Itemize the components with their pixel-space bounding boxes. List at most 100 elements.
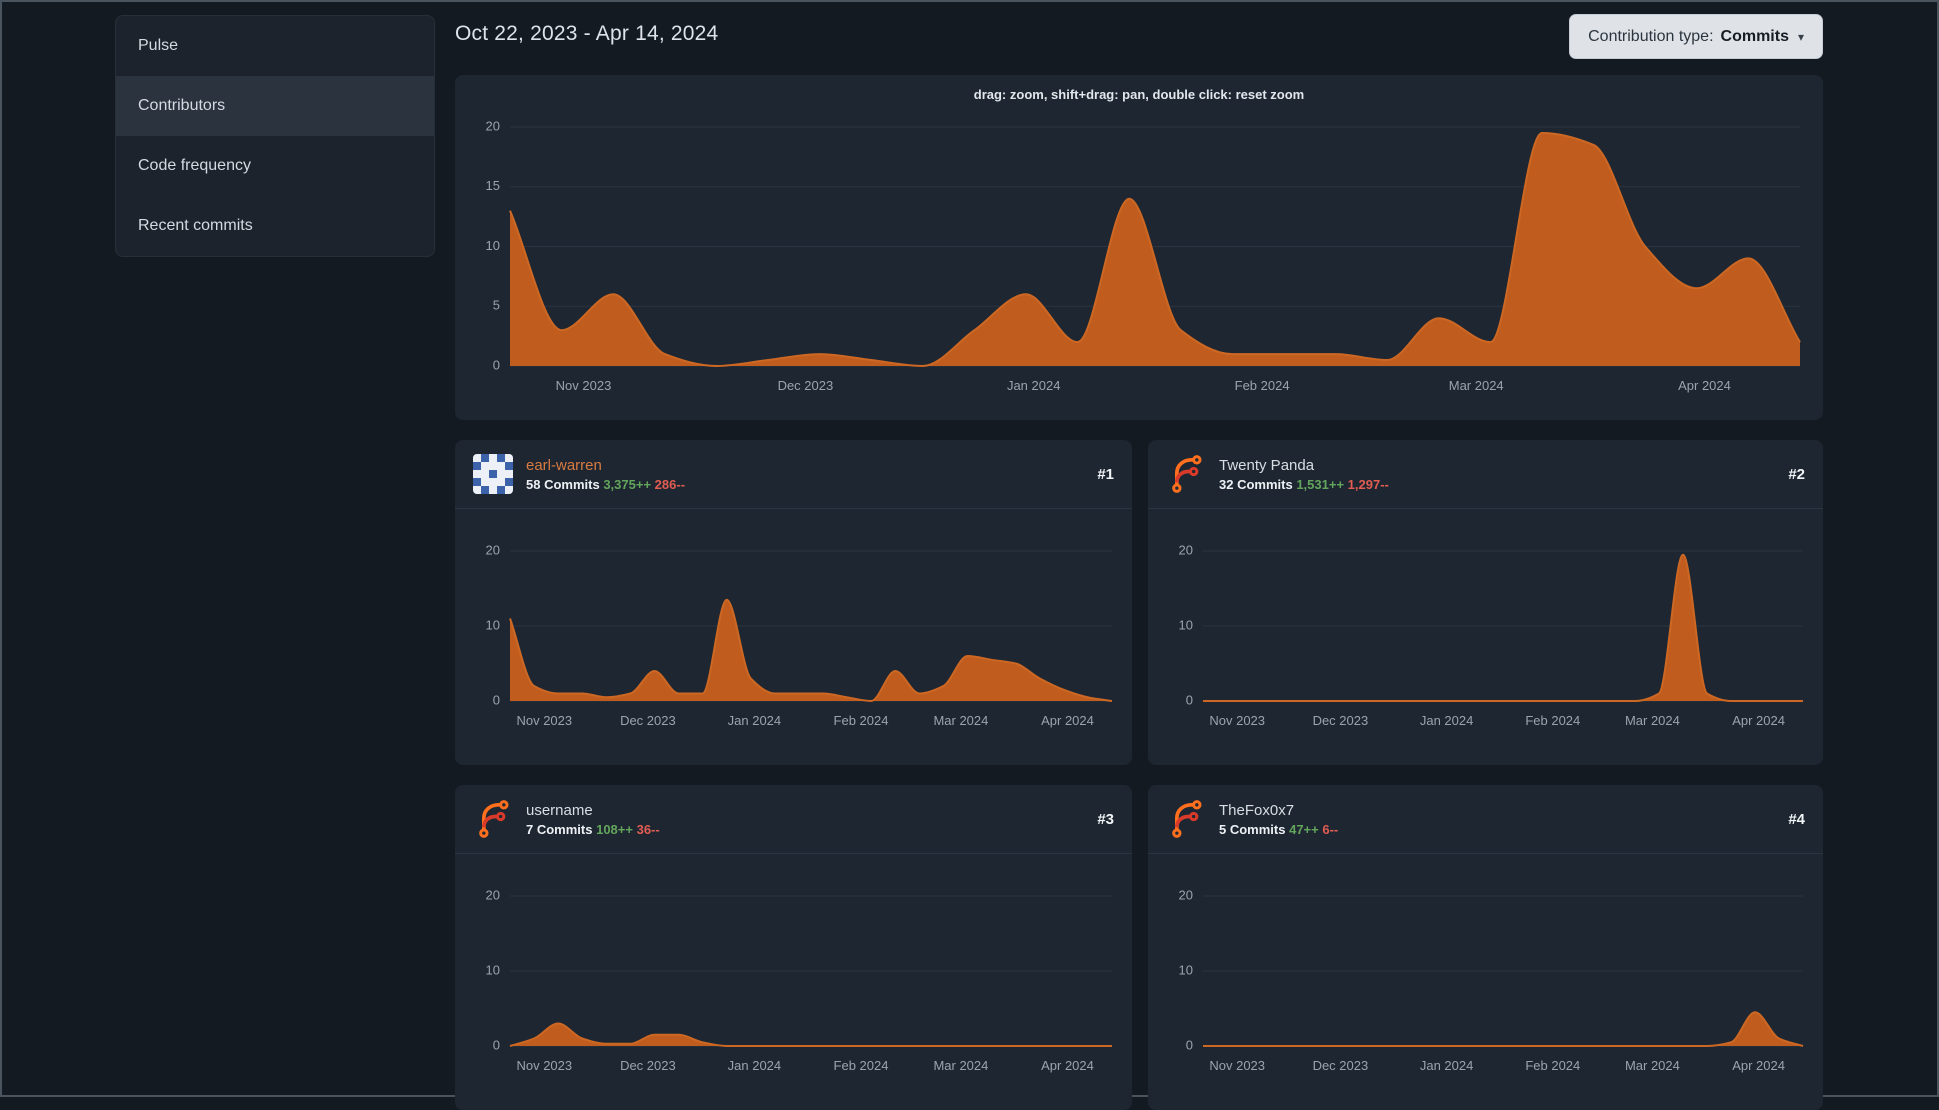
contributor-card-header: username 7 Commits 108++ 36-- #3 bbox=[455, 785, 1132, 854]
svg-text:0: 0 bbox=[493, 357, 500, 372]
contributor-card-header: Twenty Panda 32 Commits 1,531++ 1,297-- … bbox=[1148, 440, 1823, 509]
contributor-name-link[interactable]: username bbox=[526, 802, 660, 819]
deletions-count: 36-- bbox=[636, 821, 660, 837]
contribution-type-label: Contribution type: bbox=[1588, 27, 1714, 45]
contributor-card: earl-warren 58 Commits 3,375++ 286-- #1 … bbox=[455, 440, 1132, 765]
svg-text:15: 15 bbox=[486, 178, 500, 193]
contributor-commits-chart[interactable]: 0 10 20 Nov 2023 Dec 2023 Jan 2024 Feb 2024 Mar… bbox=[455, 876, 1132, 1101]
svg-text:Apr 2024: Apr 2024 bbox=[1732, 713, 1785, 728]
commit-count: 5 Commits bbox=[1219, 821, 1286, 837]
contributor-identity: Twenty Panda 32 Commits 1,531++ 1,297-- bbox=[1219, 457, 1389, 492]
main-content: Oct 22, 2023 - Apr 14, 2024 Contribution… bbox=[455, 14, 1823, 1110]
svg-text:20: 20 bbox=[486, 118, 500, 133]
contributor-stats: 5 Commits 47++ 6-- bbox=[1219, 822, 1338, 837]
sidebar-item-contributors[interactable]: Contributors bbox=[116, 76, 434, 136]
svg-text:0: 0 bbox=[493, 692, 500, 707]
svg-text:Nov 2023: Nov 2023 bbox=[556, 378, 612, 393]
svg-text:Dec 2023: Dec 2023 bbox=[620, 713, 676, 728]
contributor-commits-chart[interactable]: 0 10 20 Nov 2023 Dec 2023 Jan 2024 Feb 2024 Mar… bbox=[1148, 876, 1823, 1101]
forgejo-logo-avatar[interactable] bbox=[1166, 454, 1206, 494]
forgejo-logo-avatar[interactable] bbox=[1166, 799, 1206, 839]
deletions-count: 1,297-- bbox=[1347, 476, 1389, 492]
sidebar-item-recent-commits[interactable]: Recent commits bbox=[116, 196, 434, 256]
contributor-card: Twenty Panda 32 Commits 1,531++ 1,297-- … bbox=[1148, 440, 1823, 765]
svg-text:10: 10 bbox=[486, 962, 500, 977]
contributor-identity: TheFox0x7 5 Commits 47++ 6-- bbox=[1219, 802, 1338, 837]
sidebar-item-label: Recent commits bbox=[138, 217, 253, 234]
contributor-card-header: earl-warren 58 Commits 3,375++ 286-- #1 bbox=[455, 440, 1132, 509]
contributor-rank-badge: #3 bbox=[1097, 810, 1114, 828]
contribution-type-dropdown[interactable]: Contribution type: Commits ▾ bbox=[1569, 14, 1823, 59]
svg-text:Jan 2024: Jan 2024 bbox=[1420, 1058, 1474, 1073]
overall-contributions-card: drag: zoom, shift+drag: pan, double clic… bbox=[455, 75, 1823, 420]
svg-text:5: 5 bbox=[493, 298, 500, 313]
identicon-avatar[interactable] bbox=[473, 454, 513, 494]
commit-count: 58 Commits bbox=[526, 476, 600, 492]
svg-text:Feb 2024: Feb 2024 bbox=[1525, 713, 1580, 728]
svg-text:Dec 2023: Dec 2023 bbox=[1313, 1058, 1369, 1073]
contributor-stats: 32 Commits 1,531++ 1,297-- bbox=[1219, 477, 1389, 492]
additions-count: 3,375++ bbox=[603, 476, 652, 492]
overall-contributions-chart[interactable]: 0 5 10 15 20 Nov 2023 Dec 2023 Jan 2024 Feb 2024… bbox=[455, 105, 1823, 420]
svg-text:Apr 2024: Apr 2024 bbox=[1678, 378, 1731, 393]
svg-text:0: 0 bbox=[493, 1037, 500, 1052]
svg-text:Dec 2023: Dec 2023 bbox=[1313, 713, 1369, 728]
svg-text:20: 20 bbox=[486, 542, 500, 557]
svg-text:20: 20 bbox=[1179, 887, 1193, 902]
svg-text:Nov 2023: Nov 2023 bbox=[1209, 1058, 1265, 1073]
svg-text:Nov 2023: Nov 2023 bbox=[1209, 713, 1265, 728]
forgejo-logo-icon bbox=[479, 800, 509, 838]
contributor-rank-badge: #2 bbox=[1788, 465, 1805, 483]
svg-text:Nov 2023: Nov 2023 bbox=[516, 1058, 572, 1073]
contributor-identity: earl-warren 58 Commits 3,375++ 286-- bbox=[526, 457, 685, 492]
svg-text:Nov 2023: Nov 2023 bbox=[516, 713, 572, 728]
svg-text:Mar 2024: Mar 2024 bbox=[1625, 713, 1680, 728]
contributor-name-link[interactable]: earl-warren bbox=[526, 457, 685, 474]
svg-text:Feb 2024: Feb 2024 bbox=[834, 1058, 889, 1073]
svg-text:Apr 2024: Apr 2024 bbox=[1732, 1058, 1785, 1073]
contributor-commits-chart[interactable]: 0 10 20 Nov 2023 Dec 2023 Jan 2024 Feb 2024 Mar… bbox=[455, 531, 1132, 756]
svg-text:Mar 2024: Mar 2024 bbox=[933, 713, 988, 728]
contributor-commits-chart[interactable]: 0 10 20 Nov 2023 Dec 2023 Jan 2024 Feb 2024 Mar… bbox=[1148, 531, 1823, 756]
contributor-rank-badge: #4 bbox=[1788, 810, 1805, 828]
chevron-down-icon: ▾ bbox=[1797, 29, 1804, 44]
svg-text:Mar 2024: Mar 2024 bbox=[1625, 1058, 1680, 1073]
svg-text:0: 0 bbox=[1186, 692, 1193, 707]
date-range-title: Oct 22, 2023 - Apr 14, 2024 bbox=[455, 22, 719, 45]
svg-text:Jan 2024: Jan 2024 bbox=[728, 713, 782, 728]
contributor-name-link[interactable]: TheFox0x7 bbox=[1219, 802, 1338, 819]
forgejo-logo-avatar[interactable] bbox=[473, 799, 513, 839]
contributor-rank-badge: #1 bbox=[1097, 465, 1114, 483]
sidebar-item-pulse[interactable]: Pulse bbox=[116, 16, 434, 76]
contributor-stats: 7 Commits 108++ 36-- bbox=[526, 822, 660, 837]
contributor-card: username 7 Commits 108++ 36-- #3 0 10 20 No… bbox=[455, 785, 1132, 1110]
deletions-count: 6-- bbox=[1322, 821, 1339, 837]
contributor-name-link[interactable]: Twenty Panda bbox=[1219, 457, 1389, 474]
sidebar-item-code-frequency[interactable]: Code frequency bbox=[116, 136, 434, 196]
svg-text:20: 20 bbox=[486, 887, 500, 902]
contributor-stats: 58 Commits 3,375++ 286-- bbox=[526, 477, 685, 492]
sidebar-item-label: Pulse bbox=[138, 37, 179, 54]
svg-text:Dec 2023: Dec 2023 bbox=[778, 378, 834, 393]
commit-count: 7 Commits bbox=[526, 821, 593, 837]
commit-count: 32 Commits bbox=[1219, 476, 1293, 492]
contributor-identity: username 7 Commits 108++ 36-- bbox=[526, 802, 660, 837]
header-row: Oct 22, 2023 - Apr 14, 2024 Contribution… bbox=[455, 14, 1823, 59]
svg-text:0: 0 bbox=[1186, 1037, 1193, 1052]
svg-text:10: 10 bbox=[486, 238, 500, 253]
svg-text:Mar 2024: Mar 2024 bbox=[1449, 378, 1504, 393]
additions-count: 47++ bbox=[1289, 821, 1319, 837]
svg-text:10: 10 bbox=[1179, 617, 1193, 632]
sidebar-item-label: Contributors bbox=[138, 97, 226, 114]
activity-sidebar: Pulse Contributors Code frequency Recent… bbox=[115, 15, 435, 257]
forgejo-logo-icon bbox=[1172, 800, 1202, 838]
contribution-type-value: Commits bbox=[1720, 27, 1789, 45]
svg-text:Jan 2024: Jan 2024 bbox=[1007, 378, 1060, 393]
svg-text:Feb 2024: Feb 2024 bbox=[1525, 1058, 1580, 1073]
svg-text:Mar 2024: Mar 2024 bbox=[933, 1058, 988, 1073]
svg-text:Apr 2024: Apr 2024 bbox=[1041, 713, 1094, 728]
forgejo-logo-icon bbox=[1172, 455, 1202, 493]
svg-text:Feb 2024: Feb 2024 bbox=[834, 713, 889, 728]
contributor-cards-grid: earl-warren 58 Commits 3,375++ 286-- #1 … bbox=[455, 440, 1823, 1110]
additions-count: 1,531++ bbox=[1296, 476, 1345, 492]
